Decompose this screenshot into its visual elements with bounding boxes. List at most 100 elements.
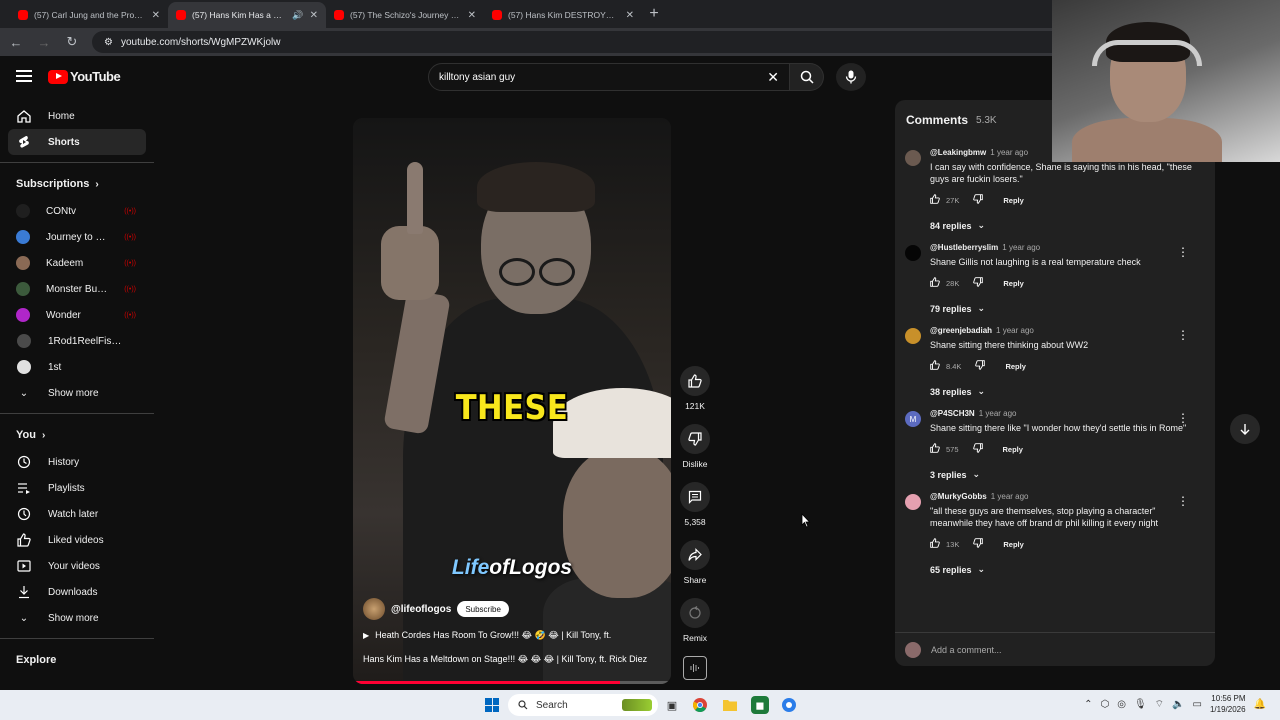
thumbs-up-icon[interactable] [930, 277, 940, 289]
tray-app-icon[interactable]: ◎ [1117, 699, 1126, 710]
show-more-you[interactable]: ⌄ Show more [0, 605, 154, 631]
commenter-avatar[interactable] [905, 494, 921, 510]
thumbs-up-icon[interactable] [930, 194, 940, 206]
sidebar-subscription-item[interactable]: CONtv ((•)) [0, 198, 154, 224]
reply-button[interactable]: Reply [1003, 279, 1023, 288]
taskbar-search[interactable]: Search [508, 694, 658, 716]
browser-tab[interactable]: (57) Carl Jung and the Prophec ✕ [10, 2, 168, 28]
speaker-icon[interactable]: 🔊 [292, 10, 303, 21]
battery-icon[interactable]: ▭ [1193, 699, 1202, 710]
search-button[interactable] [790, 63, 824, 91]
commenter-avatar[interactable]: M [905, 411, 921, 427]
notification-bell-icon[interactable]: 🔔 [1254, 699, 1266, 710]
sidebar-subscription-item[interactable]: Wonder ((•)) [0, 302, 154, 328]
share-button[interactable] [680, 540, 710, 570]
next-video-button[interactable] [1230, 414, 1260, 444]
hamburger-menu-icon[interactable] [16, 70, 32, 82]
comment-username[interactable]: @greenjebadiah [930, 326, 992, 335]
channel-avatar[interactable] [363, 598, 385, 620]
short-video-player[interactable]: THESE LifeofLogos @lifeoflogos Subscribe… [353, 118, 671, 684]
network-app-icon[interactable]: ⬡ [1100, 699, 1109, 710]
back-arrow-icon[interactable]: ← [8, 35, 24, 50]
clear-search-icon[interactable]: ✕ [767, 69, 779, 86]
thumbs-down-icon[interactable] [973, 194, 984, 206]
commenter-avatar[interactable] [905, 245, 921, 261]
thumbs-down-icon[interactable] [975, 360, 986, 372]
comments-button[interactable] [680, 482, 710, 512]
channel-name[interactable]: @lifeoflogos [391, 604, 451, 615]
view-replies-button[interactable]: 38 replies ⌄ [930, 386, 1195, 397]
chevron-up-icon[interactable]: ⌃ [1084, 699, 1092, 710]
sidebar-subscription-item[interactable]: Kadeem ((•)) [0, 250, 154, 276]
sidebar-item-history[interactable]: History [0, 449, 154, 475]
subscriptions-heading[interactable]: Subscriptions › [0, 170, 154, 198]
thumbs-up-icon[interactable] [930, 443, 940, 455]
comments-list[interactable]: @Leakingbmw 1 year ago I can say with conf… [895, 148, 1215, 632]
comment-username[interactable]: @P4SCH3N [930, 409, 975, 418]
subscribe-button[interactable]: Subscribe [457, 601, 509, 617]
browser-tab[interactable]: (57) Hans Kim DESTROYS His O ✕ [484, 2, 642, 28]
browser-tab[interactable]: (57) The Schizo's Journey - Fro ✕ [326, 2, 484, 28]
view-replies-button[interactable]: 3 replies ⌄ [930, 469, 1195, 480]
new-tab-button[interactable]: + [642, 2, 666, 28]
sidebar-item-watch-later[interactable]: Watch later [0, 501, 154, 527]
browser-tab-active[interactable]: (57) Hans Kim Has a Meltdo 🔊 ✕ [168, 2, 326, 28]
short-title[interactable]: Hans Kim Has a Meltdown on Stage!!! 😂 😂 … [363, 654, 667, 665]
file-explorer-icon[interactable] [721, 696, 739, 714]
wifi-icon[interactable]: ⌔ [1155, 698, 1164, 711]
thumbs-down-icon[interactable] [972, 443, 983, 455]
sidebar-item-home[interactable]: Home [0, 103, 154, 129]
taskbar-clock[interactable]: 10:56 PM 1/19/2026 [1210, 693, 1246, 715]
app-blue-icon[interactable] [780, 696, 798, 714]
comment-more-icon[interactable]: ⋮ [1177, 328, 1189, 342]
sidebar-item-shorts[interactable]: Shorts [8, 129, 146, 155]
close-tab-icon[interactable]: ✕ [310, 10, 318, 21]
sound-thumbnail-button[interactable] [683, 656, 707, 680]
dislike-button[interactable] [680, 424, 710, 454]
reply-button[interactable]: Reply [1005, 362, 1025, 371]
close-tab-icon[interactable]: ✕ [626, 10, 634, 21]
windows-start-icon[interactable] [485, 698, 499, 712]
explore-heading[interactable]: Explore [0, 646, 154, 674]
comment-username[interactable]: @MurkyGobbs [930, 492, 987, 501]
search-input[interactable] [439, 71, 768, 83]
reload-icon[interactable]: ↻ [64, 34, 80, 50]
youtube-logo[interactable]: YouTube [48, 69, 121, 84]
site-info-icon[interactable]: ⚙ [104, 37, 113, 48]
sidebar-subscription-item[interactable]: Monster Bug Wa... ((•)) [0, 276, 154, 302]
thumbs-down-icon[interactable] [973, 277, 984, 289]
close-tab-icon[interactable]: ✕ [468, 10, 476, 21]
commenter-avatar[interactable] [905, 328, 921, 344]
sidebar-subscription-item[interactable]: 1st [0, 354, 154, 380]
view-replies-button[interactable]: 84 replies ⌄ [930, 220, 1195, 231]
reply-button[interactable]: Reply [1003, 540, 1023, 549]
add-comment-input[interactable] [931, 644, 1215, 655]
chrome-app-icon[interactable] [691, 696, 709, 714]
reply-button[interactable]: Reply [1003, 445, 1023, 454]
sidebar-subscription-item[interactable]: 1Rod1ReelFishing [0, 328, 154, 354]
like-button[interactable] [680, 366, 710, 396]
commenter-avatar[interactable] [905, 150, 921, 166]
sidebar-item-playlists[interactable]: Playlists [0, 475, 154, 501]
comment-username[interactable]: @Hustleberryslim [930, 243, 998, 252]
view-replies-button[interactable]: 79 replies ⌄ [930, 303, 1195, 314]
comment-more-icon[interactable]: ⋮ [1177, 494, 1189, 508]
you-heading[interactable]: You › [0, 421, 154, 449]
microphone-tray-icon[interactable]: 🎙 [1134, 699, 1147, 710]
thumbs-up-icon[interactable] [930, 538, 940, 550]
sidebar-item-liked-videos[interactable]: Liked videos [0, 527, 154, 553]
sidebar-item-your-videos[interactable]: Your videos [0, 553, 154, 579]
sidebar-item-downloads[interactable]: Downloads [0, 579, 154, 605]
remix-button[interactable] [680, 598, 710, 628]
reply-button[interactable]: Reply [1003, 196, 1023, 205]
app-green-icon[interactable]: ◼ [751, 696, 769, 714]
voice-search-button[interactable] [836, 63, 866, 91]
show-more-subscriptions[interactable]: ⌄ Show more [0, 380, 154, 406]
view-replies-button[interactable]: 65 replies ⌄ [930, 564, 1195, 575]
volume-icon[interactable]: 🔈 [1172, 699, 1184, 710]
video-progress-bar[interactable] [353, 681, 671, 684]
close-tab-icon[interactable]: ✕ [152, 10, 160, 21]
task-view-icon[interactable]: ▣ [663, 696, 681, 714]
comment-more-icon[interactable]: ⋮ [1177, 245, 1189, 259]
sidebar-subscription-item[interactable]: Journey to the M... ((•)) [0, 224, 154, 250]
